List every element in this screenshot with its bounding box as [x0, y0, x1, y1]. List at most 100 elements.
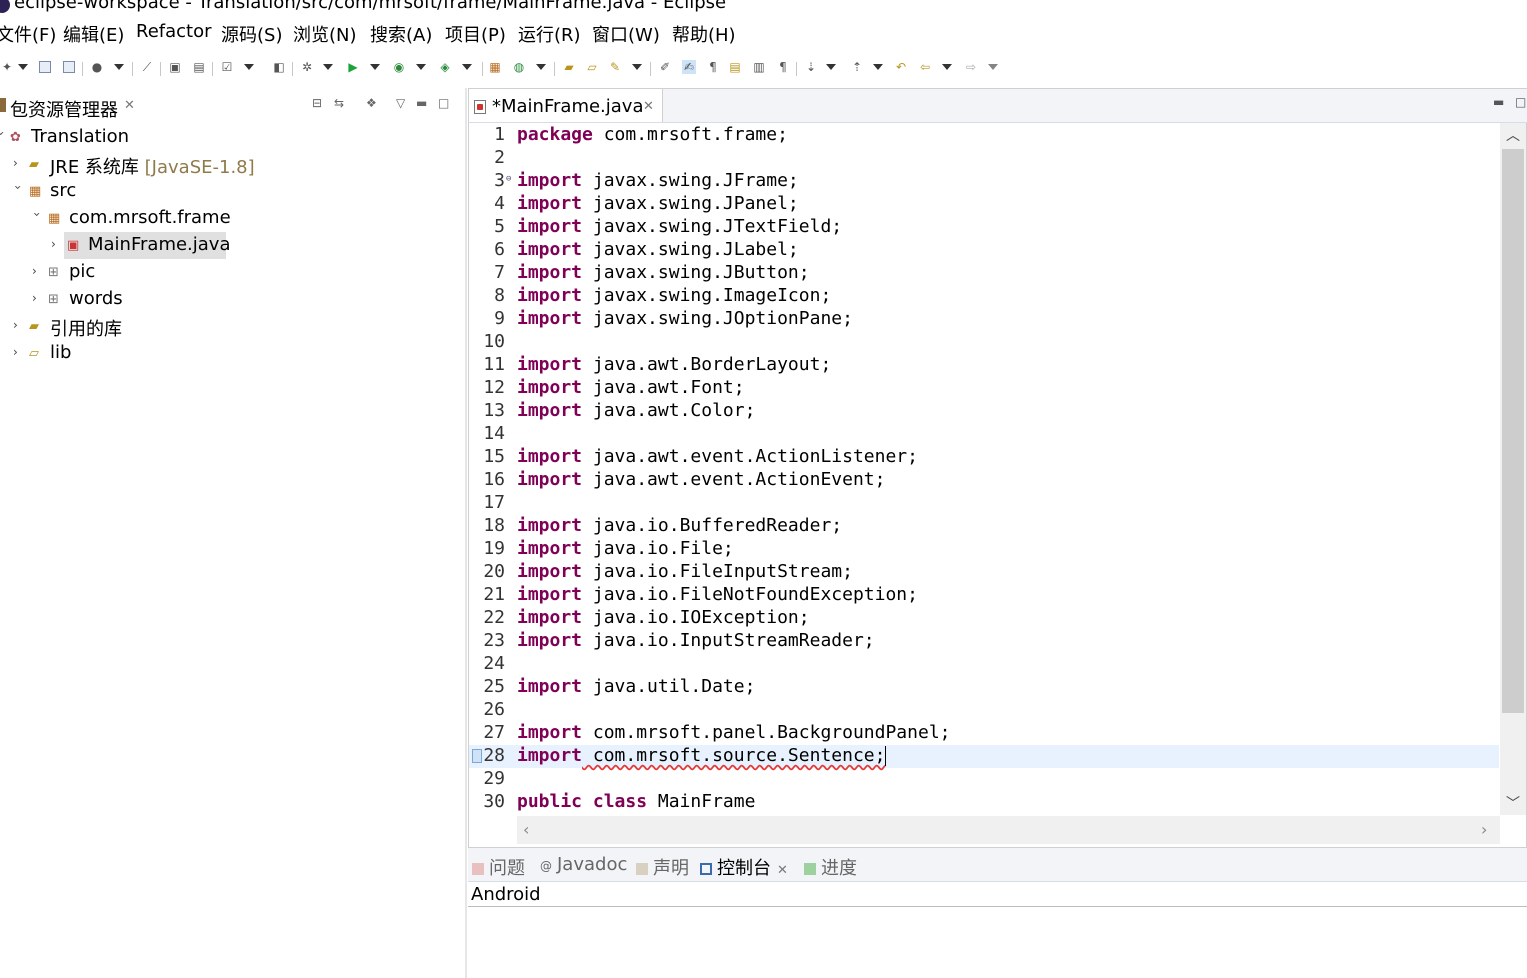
code-area[interactable]: 1 package com.mrsoft.frame; 2 3 ⊖ import ja… [469, 123, 1499, 815]
forward-icon[interactable]: ⇨ [964, 60, 978, 74]
tab-problems[interactable]: 问题 [472, 854, 525, 880]
search-icon[interactable]: ✎ [608, 60, 622, 74]
tab-declaration[interactable]: 声明 [636, 854, 689, 880]
task-icon[interactable]: ☑ [220, 60, 234, 74]
fold-collapse-icon[interactable]: ⊖ [506, 174, 511, 184]
expand-arrow-icon[interactable]: › [11, 185, 25, 195]
run-icon[interactable]: ▶ [346, 60, 360, 74]
view-menu-icon[interactable]: ▽ [396, 96, 405, 110]
new-class-icon[interactable]: ◍ [512, 60, 526, 74]
android-sdk-icon[interactable]: ▣ [168, 60, 182, 74]
lint-icon[interactable]: ◧ [272, 60, 286, 74]
link-with-editor-icon[interactable]: ⇆ [334, 96, 344, 110]
tree-item-project[interactable]: › ✿ Translation [0, 124, 300, 151]
external-tools-dropdown-icon[interactable] [462, 60, 472, 74]
toggle-block-icon[interactable]: ▤ [728, 60, 742, 74]
tree-item-pic[interactable]: › ⊞ pic [0, 259, 300, 286]
open-type-icon[interactable]: ▰ [562, 60, 576, 74]
scroll-right-icon[interactable]: › [1481, 820, 1487, 839]
minimize-icon[interactable]: ▬ [1493, 95, 1504, 109]
forward-dropdown-icon[interactable] [988, 60, 998, 74]
run-dropdown-icon[interactable] [370, 60, 380, 74]
code-line: 13 import java.awt.Color; [483, 400, 756, 421]
save-all-icon[interactable] [62, 60, 76, 74]
scroll-up-icon[interactable]: ︿ [1506, 125, 1520, 145]
last-edit-icon[interactable]: ↶ [894, 60, 908, 74]
code-line: 3 ⊖ import javax.swing.JFrame; [494, 170, 799, 191]
new-dropdown-icon[interactable] [18, 60, 28, 74]
prev-annotation-dropdown-icon[interactable] [873, 60, 883, 74]
expand-arrow-icon[interactable]: › [51, 238, 61, 250]
new-java-project-icon[interactable]: ▦ [488, 60, 502, 74]
tab-console[interactable]: 控制台 ✕ [700, 854, 788, 880]
expand-arrow-icon[interactable]: › [13, 157, 23, 169]
tree-item-words[interactable]: › ⊞ words [0, 286, 300, 313]
toggle-whitespace-icon[interactable]: ¶ [706, 60, 720, 74]
menu-file[interactable]: 文件(F) [0, 21, 56, 47]
package-explorer-tab[interactable]: 包资源管理器 ✕ [0, 90, 140, 121]
scroll-down-icon[interactable]: ﹀ [1506, 793, 1520, 813]
coverage-dropdown-icon[interactable] [416, 60, 426, 74]
tree-item-mainframe[interactable]: › ▣ MainFrame.java [51, 232, 231, 259]
search-dropdown-icon[interactable] [632, 60, 642, 74]
menu-navigate[interactable]: 浏览(N) [293, 21, 357, 47]
expand-arrow-icon[interactable]: › [30, 212, 44, 222]
vertical-scrollbar[interactable]: ︿ ﹀ [1500, 123, 1526, 815]
toggle-highlight-icon[interactable]: ✍ [682, 60, 696, 74]
next-annotation-dropdown-icon[interactable] [826, 60, 836, 74]
back-dropdown-icon[interactable] [942, 60, 952, 74]
prev-annotation-icon[interactable]: ⇡ [850, 60, 864, 74]
scrollbar-thumb[interactable] [1502, 149, 1524, 713]
tab-javadoc[interactable]: @ Javadoc [540, 854, 627, 875]
expand-arrow-icon[interactable]: › [32, 292, 42, 304]
toggle-word-wrap-icon[interactable]: ▥ [752, 60, 766, 74]
next-annotation-icon[interactable]: ⇣ [804, 60, 818, 74]
open-folder-icon[interactable]: ▱ [585, 60, 599, 74]
maximize-icon[interactable]: □ [438, 96, 449, 110]
filter-icon[interactable]: ❖ [366, 96, 377, 110]
expand-arrow-icon[interactable]: › [13, 319, 23, 331]
tree-item-referenced-libraries[interactable]: › ▰ 引用的库 [0, 313, 300, 340]
new-icon[interactable]: ✦ [0, 60, 14, 74]
back-icon[interactable]: ⇦ [918, 60, 932, 74]
task-dropdown-icon[interactable] [244, 60, 254, 74]
menu-search[interactable]: 搜索(A) [370, 21, 432, 47]
debug-dropdown-icon[interactable] [323, 60, 333, 74]
code-line: 19 import java.io.File; [483, 538, 734, 559]
coverage-icon[interactable]: ◉ [392, 60, 406, 74]
minimize-icon[interactable]: ▬ [416, 96, 427, 110]
expand-arrow-icon[interactable]: › [32, 265, 42, 277]
toggle-mark-occurrences-icon[interactable]: ✐ [658, 60, 672, 74]
collapse-all-icon[interactable]: ⊟ [312, 96, 322, 110]
menu-refactor[interactable]: Refactor [136, 21, 212, 42]
tree-item-package-frame[interactable]: › ▦ com.mrsoft.frame [0, 205, 300, 232]
tree-item-src[interactable]: › ▦ src [0, 178, 300, 205]
android-avd-icon[interactable]: ▤ [192, 60, 206, 74]
external-tools-icon[interactable]: ◈ [438, 60, 452, 74]
menu-source[interactable]: 源码(S) [221, 21, 282, 47]
new-class-dropdown-icon[interactable] [536, 60, 546, 74]
save-icon[interactable] [38, 60, 52, 74]
tree-item-jre-library[interactable]: › ▰ JRE 系统库 [JavaSE-1.8] [0, 151, 300, 178]
expand-arrow-icon[interactable]: › [13, 346, 23, 358]
expand-arrow-icon[interactable]: › [0, 131, 8, 141]
menu-help[interactable]: 帮助(H) [672, 21, 736, 47]
tab-progress[interactable]: 进度 [804, 854, 857, 880]
maximize-icon[interactable]: □ [1515, 95, 1526, 109]
skip-breakpoints-icon[interactable]: ⟋ [140, 60, 154, 74]
horizontal-scrollbar[interactable]: ‹ › [517, 816, 1500, 844]
editor-tab-mainframe[interactable]: *MainFrame.java ✕ [469, 89, 663, 122]
menu-edit[interactable]: 编辑(E) [63, 21, 124, 47]
menu-project[interactable]: 项目(P) [445, 21, 506, 47]
close-icon[interactable]: ✕ [643, 99, 654, 114]
menu-run[interactable]: 运行(R) [518, 21, 581, 47]
tree-item-lib[interactable]: › ▱ lib [0, 340, 300, 367]
person-icon[interactable]: ● [90, 60, 104, 74]
scroll-left-icon[interactable]: ‹ [523, 820, 529, 839]
person-dropdown-icon[interactable] [114, 60, 124, 74]
menu-window[interactable]: 窗口(W) [592, 21, 660, 47]
debug-icon[interactable]: ✲ [300, 60, 314, 74]
close-icon[interactable]: ✕ [777, 863, 788, 878]
show-whitespace-icon[interactable]: ¶ [776, 60, 790, 74]
close-icon[interactable]: ✕ [124, 98, 135, 113]
